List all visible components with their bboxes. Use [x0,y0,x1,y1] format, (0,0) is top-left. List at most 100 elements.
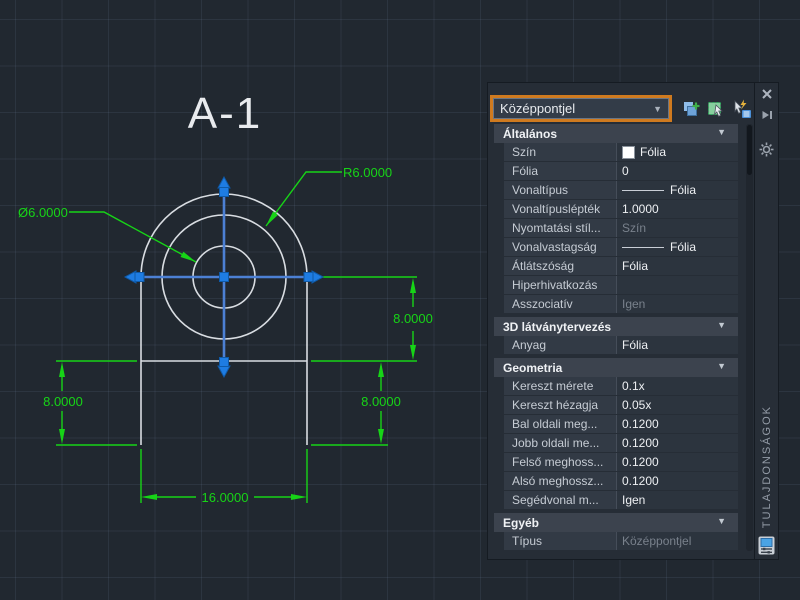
properties-palette: Középpontjel ▼ Általános ▼ Szín Fólia Fó… [487,82,780,560]
property-value[interactable]: 0.05x [617,396,738,414]
property-row: Anyag Fólia [504,336,738,355]
property-value[interactable]: Fólia [617,238,738,256]
dim-arrowhead [378,362,384,377]
view-label: A-1 [188,89,262,138]
property-label: Hiperhivatkozás [504,276,617,294]
auto-hide-icon[interactable] [761,109,773,121]
property-label: Felső meghoss... [504,453,617,471]
property-value: Szín [617,219,738,237]
chevron-down-icon: ▼ [717,127,726,137]
property-value[interactable]: 0 [617,162,738,180]
property-value[interactable]: 0.1200 [617,453,738,471]
property-row: Alsó meghossz... 0.1200 [504,472,738,491]
chevron-down-icon: ▼ [717,516,726,526]
property-value[interactable]: 1.0000 [617,200,738,218]
property-value[interactable]: Igen [617,491,738,509]
stretch-grip-top[interactable] [217,175,231,189]
grip-top[interactable] [219,187,229,197]
property-row: Jobb oldali me... 0.1200 [504,434,738,453]
radius-dim-text: R6.0000 [343,165,392,180]
dim-arrowhead [141,494,157,500]
scrollbar[interactable] [746,124,753,551]
stretch-grip-bottom[interactable] [217,365,231,379]
property-label: Vonaltípuslépték [504,200,617,218]
palette-title[interactable]: TULAJDONSÁGOK [761,405,773,528]
dim-arrowhead [59,429,65,444]
property-label: Típus [504,532,617,550]
property-value[interactable]: Fólia [617,181,738,199]
chevron-down-icon[interactable]: ▼ [653,104,662,114]
property-value: Középpontjel [617,532,738,550]
property-label: Vonaltípus [504,181,617,199]
property-value[interactable]: Fólia [617,257,738,275]
grip-bottom[interactable] [219,357,229,367]
property-row: Átlátszóság Fólia [504,257,738,276]
property-row: Kereszt hézagja 0.05x [504,396,738,415]
dim-arrowhead [59,362,65,377]
dim-text: 8.0000 [393,311,433,326]
dim-arrowhead [291,494,307,500]
property-value[interactable]: 0.1200 [617,415,738,433]
property-value[interactable]: 0.1x [617,377,738,395]
select-objects-icon[interactable] [706,99,726,119]
section-title: Geometria [503,360,563,375]
property-value[interactable]: 0.1200 [617,472,738,490]
property-row: Nyomtatási stíl... Szín [504,219,738,238]
titlebar-icons [759,88,774,157]
section-header-general[interactable]: Általános ▼ [494,124,738,143]
section-title: Általános [503,126,558,141]
property-row: Kereszt mérete 0.1x [504,377,738,396]
properties-palette-icon [758,536,775,555]
leader-arrowhead [180,251,196,262]
vertical-dimension-right-bottom[interactable]: 8.0000 [311,362,401,446]
property-label: Vonalvastagság [504,238,617,256]
object-type-value: Középpontjel [500,101,576,116]
scrollbar-thumb[interactable] [747,125,752,175]
section-title: Egyéb [503,515,540,530]
property-value[interactable] [617,276,738,294]
center-mark-selected[interactable] [123,175,325,379]
property-row: Felső meghoss... 0.1200 [504,453,738,472]
property-label: Jobb oldali me... [504,434,617,452]
dim-text: 8.0000 [361,394,401,409]
horizontal-dimension-bottom[interactable]: 16.0000 [140,449,308,505]
palette-toolbar: Középpontjel ▼ [490,95,752,122]
grip-right[interactable] [303,272,314,282]
vertical-dimension-right-top[interactable]: 8.0000 [311,276,433,362]
property-value[interactable]: Fólia [617,143,738,161]
settings-gear-icon[interactable] [759,142,774,157]
linetype-sample [622,189,664,191]
vertical-dimension-left[interactable]: 8.0000 [43,360,137,446]
close-icon[interactable] [761,88,773,100]
lineweight-sample [622,246,664,248]
autocad-model-space[interactable]: A-1 R6.0000 Ø6.0000 8.0000 8.0000 8.0000… [0,0,800,600]
property-label: Kereszt hézagja [504,396,617,414]
property-row: Bal oldali meg... 0.1200 [504,415,738,434]
color-swatch [622,145,635,159]
grip-left[interactable] [134,272,145,282]
chevron-down-icon: ▼ [717,320,726,330]
property-label: Asszociatív [504,295,617,313]
property-row: Vonaltípuslépték 1.0000 [504,200,738,219]
section-header-other[interactable]: Egyéb ▼ [494,513,738,532]
property-value[interactable]: 0.1200 [617,434,738,452]
section-header-geometry[interactable]: Geometria ▼ [494,358,738,377]
property-value: Igen [617,295,738,313]
toggle-pickadd-icon[interactable] [681,99,701,119]
property-value[interactable]: Fólia [617,336,738,354]
section-header-3d-visualization[interactable]: 3D látványtervezés ▼ [494,317,738,336]
palette-toolbar-icons [681,99,752,119]
property-label: Nyomtatási stíl... [504,219,617,237]
property-row: Típus Középpontjel [504,532,738,551]
dim-text: 8.0000 [43,394,83,409]
stretch-grip-left[interactable] [123,270,137,284]
property-row: Segédvonal m... Igen [504,491,738,510]
property-label: Átlátszóság [504,257,617,275]
property-row: Szín Fólia [504,143,738,162]
radius-dimension[interactable]: R6.0000 [265,165,392,227]
grip-center[interactable] [219,272,229,282]
quick-select-icon[interactable] [731,99,752,119]
property-label: Kereszt mérete [504,377,617,395]
object-type-dropdown[interactable]: Középpontjel ▼ [490,95,672,122]
stretch-grip-right[interactable] [311,270,325,284]
